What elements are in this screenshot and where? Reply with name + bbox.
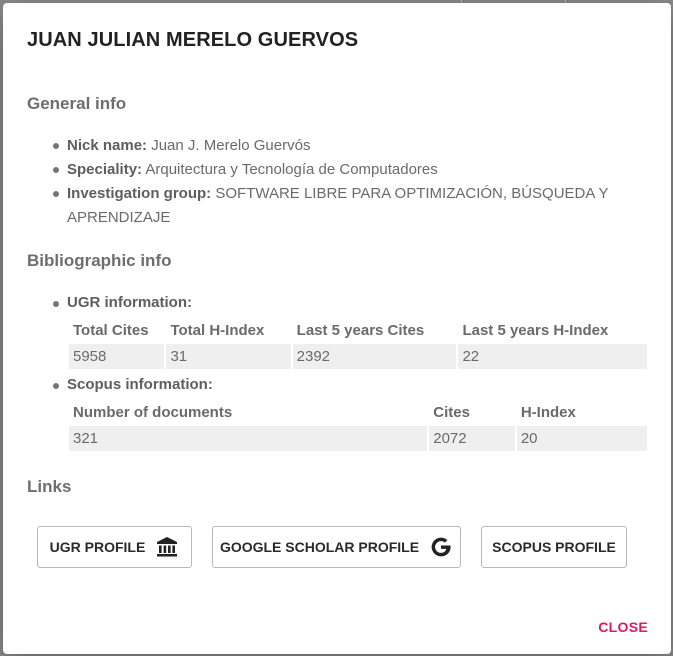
table-cell: 22 <box>458 344 647 369</box>
speciality-label: Speciality: <box>67 161 143 178</box>
scopus-stats-table: Number of documents Cites H-Index 321 20… <box>67 398 649 453</box>
ugr-stats-table: Total Cites Total H-Index Last 5 years C… <box>67 316 649 371</box>
google-icon <box>429 535 453 559</box>
google-scholar-profile-button[interactable]: GOOGLE SCHOLAR PROFILE <box>212 526 461 568</box>
list-item-investigation-group: Investigation group: SOFTWARE LIBRE PARA… <box>53 182 612 230</box>
nick-name-value: Juan J. Merelo Guervós <box>151 137 311 154</box>
profile-dialog: JUAN JULIAN MERELO GUERVOS General info … <box>3 3 671 654</box>
speciality-value: Arquitectura y Tecnología de Computadore… <box>145 161 438 178</box>
table-header-row: Number of documents Cites H-Index <box>69 400 647 424</box>
list-item-nick-name: Nick name: Juan J. Merelo Guervós <box>53 134 612 158</box>
scopus-profile-label: SCOPUS PROFILE <box>492 539 616 555</box>
list-item-speciality: Speciality: Arquitectura y Tecnología de… <box>53 158 612 182</box>
column-header: Cites <box>429 400 515 424</box>
table-header-row: Total Cites Total H-Index Last 5 years C… <box>69 318 647 342</box>
table-cell: 31 <box>166 344 291 369</box>
column-header: Last 5 years H-Index <box>458 318 647 342</box>
table-cell: 5958 <box>69 344 165 369</box>
column-header: Number of documents <box>69 400 428 424</box>
column-header: Total H-Index <box>166 318 291 342</box>
table-cell: 321 <box>69 426 428 451</box>
investigation-group-label: Investigation group: <box>67 185 212 202</box>
column-header: Last 5 years Cites <box>292 318 457 342</box>
ugr-profile-label: UGR PROFILE <box>49 539 146 555</box>
table-row: 5958 31 2392 22 <box>69 344 647 369</box>
nick-name-label: Nick name: <box>67 137 148 154</box>
table-cell: 2072 <box>429 426 515 451</box>
column-header: H-Index <box>516 400 647 424</box>
links-heading: Links <box>27 477 72 496</box>
bibliographic-info-heading: Bibliographic info <box>27 251 172 270</box>
general-info-list: Nick name: Juan J. Merelo Guervós Specia… <box>53 134 612 230</box>
table-cell: 2392 <box>292 344 457 369</box>
column-header: Total Cites <box>69 318 165 342</box>
table-row: 321 2072 20 <box>69 426 647 451</box>
general-info-heading: General info <box>27 94 127 113</box>
table-cell: 20 <box>516 426 647 451</box>
ugr-profile-button[interactable]: UGR PROFILE <box>37 526 192 568</box>
scopus-profile-button[interactable]: SCOPUS PROFILE <box>481 526 627 568</box>
close-button[interactable]: CLOSE <box>598 619 648 635</box>
scopus-information-label: Scopus information: <box>53 376 213 393</box>
dialog-title: JUAN JULIAN MERELO GUERVOS <box>27 29 359 51</box>
institution-icon <box>155 536 179 558</box>
google-scholar-profile-label: GOOGLE SCHOLAR PROFILE <box>219 539 420 555</box>
ugr-information-label: UGR information: <box>53 294 192 311</box>
